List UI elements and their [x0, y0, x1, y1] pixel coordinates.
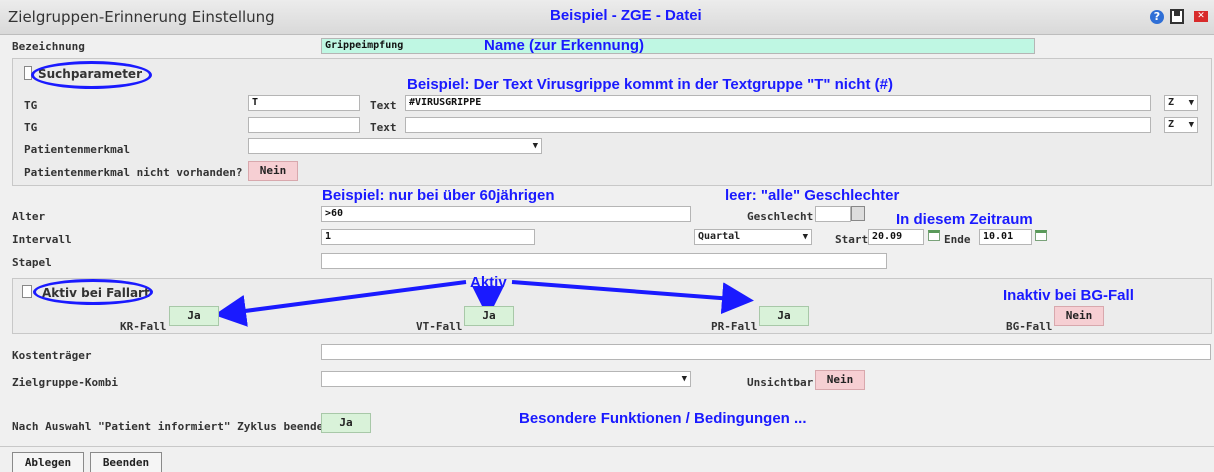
kostentraeger-label: Kostenträger — [12, 349, 92, 362]
annotation-special-hint: Besondere Funktionen / Bedingungen ... — [519, 410, 807, 427]
chevron-down-icon: ▼ — [681, 374, 687, 384]
footer-divider — [0, 446, 1214, 447]
zyklus-label: Nach Auswahl "Patient informiert" Zyklus… — [12, 420, 337, 433]
fallart-bg-label: BG-Fall — [1006, 320, 1053, 333]
beenden-button[interactable]: Beenden — [90, 452, 162, 472]
fallart-vt-label: VT-Fall — [416, 320, 463, 333]
kostentraeger-input[interactable] — [321, 344, 1211, 360]
zyklus-toggle[interactable]: Ja — [321, 413, 371, 433]
unsichtbar-label: Unsichtbar — [747, 376, 814, 389]
fallart-pr-label: PR-Fall — [711, 320, 758, 333]
fallart-kr-label: KR-Fall — [120, 320, 167, 333]
unsichtbar-toggle[interactable]: Nein — [815, 370, 865, 390]
zielgruppe-kombi-label: Zielgruppe-Kombi — [12, 376, 118, 389]
zielgruppe-kombi-select[interactable]: ▼ — [321, 371, 691, 387]
ablegen-button[interactable]: Ablegen — [12, 452, 84, 472]
fallart-pr-toggle[interactable]: Ja — [759, 306, 809, 326]
fallart-bg-toggle[interactable]: Nein — [1054, 306, 1104, 326]
arrow-to-kr — [214, 280, 467, 327]
arrow-to-pr — [511, 280, 754, 315]
fallart-kr-toggle[interactable]: Ja — [169, 306, 219, 326]
annotation-arrows — [214, 280, 754, 327]
fallart-vt-toggle[interactable]: Ja — [464, 306, 514, 326]
